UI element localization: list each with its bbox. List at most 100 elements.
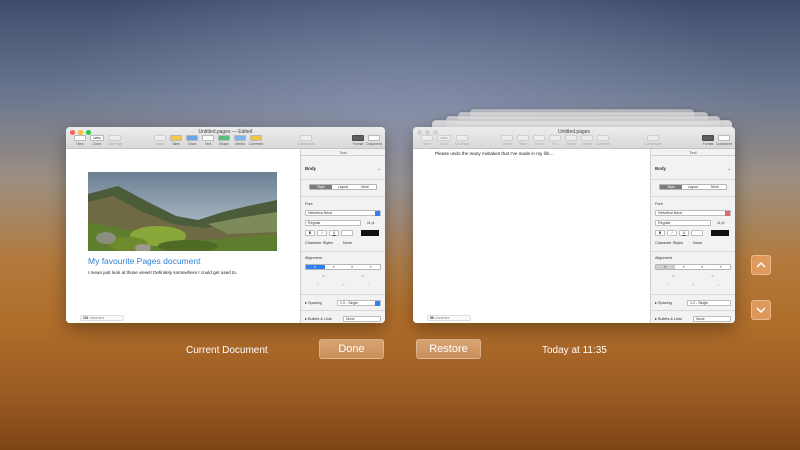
restore-button[interactable]: Restore	[416, 339, 481, 359]
toolbar: View 125% Zoom Add Page Insert Table Char…	[416, 135, 732, 147]
seg-more: More	[711, 185, 719, 189]
font-weight-select: Regular	[655, 220, 711, 226]
current-document-window[interactable]: Untitled.pages — Edited View 125% Zoom Ad…	[66, 127, 385, 323]
titlebar: Untitled.pages — Edited View 125% Zoom Ad…	[66, 127, 385, 149]
align-center-icon[interactable]: ≡	[325, 265, 344, 269]
alignment-control[interactable]: ≡ ≡ ≡ ≡	[305, 264, 381, 270]
align-left-icon: ≡	[656, 265, 675, 269]
inspector-segmented-control: Style Layout More	[659, 184, 727, 190]
chevron-down-icon: ⌄	[377, 166, 381, 171]
bullets-select: None	[693, 316, 731, 322]
character-styles-select: None	[693, 241, 703, 245]
document-button: Document	[713, 135, 735, 146]
decrease-indent-icon: ⇤	[672, 274, 676, 278]
paragraph-style: Body ⌄	[655, 166, 731, 171]
valign-bottom-icon[interactable]: ⊥	[367, 283, 370, 289]
word-count-status: 56 characters	[427, 315, 471, 321]
popup-arrow-icon	[375, 301, 380, 306]
character-styles-select[interactable]: None	[343, 241, 381, 245]
format-inspector: Text Body ⌄ Style Layout More Font Helve…	[650, 149, 735, 323]
bullets-select[interactable]: None	[343, 316, 381, 322]
document-heading[interactable]: My favourite Pages document	[88, 256, 200, 266]
align-left-icon[interactable]: ≡	[306, 265, 325, 269]
document-canvas[interactable]: My favourite Pages document I mean just …	[66, 149, 300, 323]
align-right-icon[interactable]: ≡	[343, 265, 362, 269]
titlebar: Untitled.pages View 125% Zoom Add Page In…	[413, 127, 735, 149]
align-right-icon: ≡	[701, 265, 704, 269]
document-body-text[interactable]: Please undo the many mistakes that I've …	[435, 151, 553, 156]
align-justify-icon[interactable]: ≡	[362, 265, 381, 269]
popup-arrow-icon	[375, 211, 380, 216]
decrease-indent-icon[interactable]: ⇤	[323, 274, 326, 280]
document-button[interactable]: Document	[363, 135, 385, 146]
collaborate-button[interactable]: Collaborate	[295, 135, 317, 146]
version-timestamp: Today at 11:35	[542, 345, 607, 356]
word-count-value: 101	[83, 316, 89, 320]
seg-more[interactable]: More	[354, 185, 376, 189]
text-color-well[interactable]	[361, 230, 379, 236]
spacing-row[interactable]: ▸ Spacing 1.0 - Single	[305, 300, 381, 306]
font-weight-select[interactable]: Regular	[305, 220, 361, 226]
underline-button[interactable]: U	[329, 230, 339, 236]
alignment-label: Alignment	[305, 256, 322, 260]
spacing-row: ▸ Spacing 1.0 - Single	[655, 300, 731, 306]
align-center-icon: ≡	[682, 265, 685, 269]
font-label: Font	[305, 202, 313, 206]
paragraph-style[interactable]: Body ⌄	[305, 166, 381, 171]
add-page-button[interactable]: Add Page	[104, 135, 126, 146]
bold-button: B	[655, 230, 665, 236]
spacing-select: 1.0 - Single	[687, 300, 731, 306]
font-name-select[interactable]: Helvetica Neue	[305, 210, 381, 216]
toolbar: View 125% Zoom Add Page Insert Table Char…	[69, 135, 382, 147]
word-count-value: 56	[430, 316, 434, 320]
text-options-gear-icon	[691, 230, 703, 236]
italic-button: I	[667, 230, 677, 236]
word-count-label: characters	[434, 316, 450, 320]
valign-bottom-icon: ⊥	[716, 283, 720, 287]
italic-button[interactable]: I	[317, 230, 327, 236]
seg-layout: Layout	[687, 185, 699, 189]
add-page-button: Add Page	[451, 135, 473, 146]
seg-style[interactable]: Style	[310, 185, 332, 189]
increase-indent-icon[interactable]: ⇥	[361, 274, 364, 280]
valign-top-icon[interactable]: ⊤	[316, 283, 319, 289]
character-styles-label: Character Styles	[655, 241, 684, 245]
seg-style: Style	[660, 185, 682, 189]
font-name-select: Helvetica Neue	[655, 210, 731, 216]
valign-middle-icon: ⊟	[691, 283, 695, 287]
done-button[interactable]: Done	[319, 339, 384, 359]
word-count-status[interactable]: 101 characters	[80, 315, 124, 321]
collaborate-button: Collaborate	[642, 135, 664, 146]
current-document-label: Current Document	[186, 345, 268, 356]
text-options-gear-icon[interactable]	[341, 230, 353, 236]
bullets-row: ▸ Bullets & Lists None	[655, 316, 731, 322]
word-count-label: characters	[89, 316, 105, 320]
document-body-text[interactable]: I mean just look at those views! Definit…	[88, 270, 237, 275]
format-inspector: Text Body ⌄ Style Layout More Font Helve…	[300, 149, 385, 323]
spacing-select[interactable]: 1.0 - Single	[337, 300, 381, 306]
increase-indent-icon: ⇥	[710, 274, 714, 278]
chevron-up-icon	[756, 262, 766, 268]
valign-middle-icon[interactable]: ⊟	[342, 283, 345, 289]
chevron-down-icon: ⌄	[727, 166, 731, 171]
underline-button: U	[679, 230, 689, 236]
previous-version-window[interactable]: Untitled.pages View 125% Zoom Add Page In…	[413, 127, 735, 323]
comment-button[interactable]: Comment	[245, 135, 267, 146]
comment-button: Comment	[592, 135, 614, 146]
font-label: Font	[655, 202, 663, 206]
popup-arrow-icon	[725, 211, 730, 216]
font-size-field[interactable]: 11 pt	[367, 221, 381, 225]
seg-layout[interactable]: Layout	[332, 185, 354, 189]
newer-version-button[interactable]	[751, 255, 771, 275]
document-canvas[interactable]: Please undo the many mistakes that I've …	[413, 149, 650, 323]
bullets-row[interactable]: ▸ Bullets & Lists None	[305, 316, 381, 322]
landscape-photo	[88, 172, 277, 251]
inspector-segmented-control[interactable]: Style Layout More	[309, 184, 377, 190]
older-version-button[interactable]	[751, 300, 771, 320]
tab-text[interactable]: Text	[301, 149, 385, 156]
text-color-well	[711, 230, 729, 236]
character-styles-label: Character Styles	[305, 241, 334, 245]
bold-button[interactable]: B	[305, 230, 315, 236]
alignment-control: ≡ ≡ ≡ ≡	[655, 264, 731, 270]
chevron-down-icon	[756, 307, 766, 313]
